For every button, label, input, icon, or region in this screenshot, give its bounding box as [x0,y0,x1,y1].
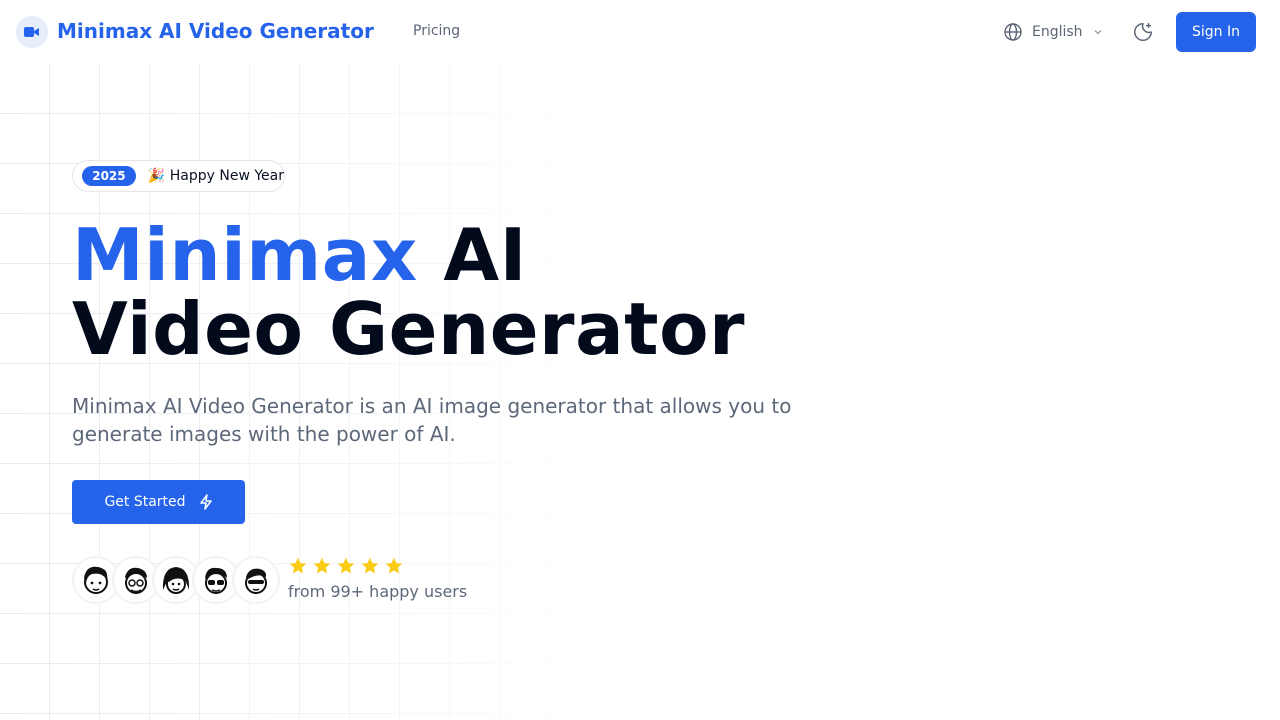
theme-toggle-button[interactable] [1131,20,1155,44]
star-icon [385,557,403,574]
announcement-badge[interactable]: 2025 🎉 Happy New Year [72,160,285,192]
hero-title-rest: AI [443,213,527,297]
rating-stars [288,556,404,576]
site-header: Minimax AI Video Generator Pricing Engli… [0,0,1280,64]
sign-in-button[interactable]: Sign In [1176,12,1256,52]
star-icon [289,557,307,574]
year-badge: 2025 [82,166,136,186]
get-started-label: Get Started [104,494,186,510]
moon-sparkle-icon [1134,23,1152,41]
star-icon [313,557,331,574]
chevron-down-icon [1094,29,1102,35]
language-label: English [1032,24,1083,40]
lightning-icon [199,494,212,510]
star-icon [337,557,355,574]
hero-section: 2025 🎉 Happy New Year Minimax AI Video G… [0,64,1280,720]
happy-users-text: from 99+ happy users [288,582,468,601]
nav-pricing-link[interactable]: Pricing [413,23,460,39]
hero-title-accent: Minimax [72,213,418,297]
video-camera-icon [24,27,39,37]
hero-description: Minimax AI Video Generator is an AI imag… [72,394,792,446]
globe-icon [1004,23,1022,41]
hero-title-line2: Video Generator [72,287,746,371]
hero-title: Minimax AI Video Generator [72,218,745,366]
language-selector[interactable]: English [1003,21,1104,43]
avatar [232,556,280,604]
announcement-text: 🎉 Happy New Year [147,168,284,184]
user-avatars [72,556,282,604]
logo[interactable] [16,16,48,48]
get-started-button[interactable]: Get Started [72,480,245,524]
star-icon [361,557,379,574]
brand-name[interactable]: Minimax AI Video Generator [57,19,374,43]
